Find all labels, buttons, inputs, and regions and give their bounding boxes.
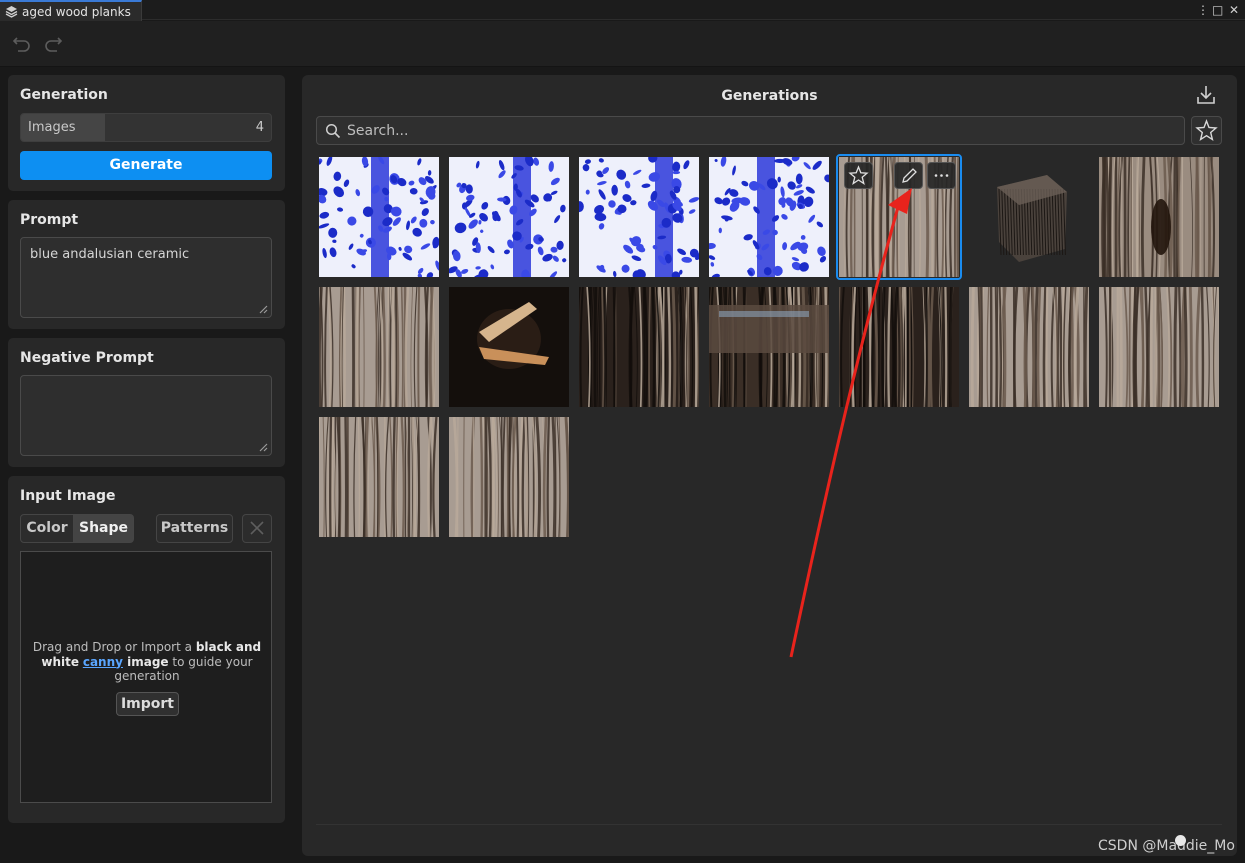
thumbnail-image — [449, 157, 569, 277]
canny-link[interactable]: canny — [83, 655, 123, 669]
images-label: Images — [28, 120, 76, 135]
thumbnail-image — [709, 287, 829, 407]
layers-icon — [5, 6, 18, 18]
generation-thumbnail[interactable] — [449, 157, 569, 277]
thumbnail-image — [1099, 157, 1219, 277]
title-bar: aged wood planks ⋮ □ ✕ — [0, 0, 1245, 21]
generation-thumbnail[interactable] — [969, 287, 1089, 407]
thumbnail-image — [839, 287, 959, 407]
undo-icon[interactable] — [11, 32, 33, 54]
maximize-icon[interactable]: □ — [1212, 2, 1223, 18]
resize-grip-icon[interactable] — [259, 443, 268, 452]
generate-button[interactable]: Generate — [20, 151, 272, 180]
thumbnail-image — [319, 417, 439, 537]
resize-grip-icon[interactable] — [259, 305, 268, 314]
import-button[interactable]: Import — [116, 692, 179, 716]
search-placeholder: Search... — [347, 123, 409, 139]
generation-thumbnail[interactable] — [709, 287, 829, 407]
favorites-filter-button[interactable] — [1191, 116, 1222, 145]
more-options-button[interactable] — [927, 162, 956, 189]
thumbnail-image — [319, 157, 439, 277]
watermark: CSDN @Maddie_Mo — [1098, 838, 1235, 854]
thumbnail-image — [709, 157, 829, 277]
thumbnail-image — [579, 157, 699, 277]
generation-thumbnail[interactable] — [579, 157, 699, 277]
star-icon — [1195, 119, 1218, 142]
generation-thumbnail[interactable] — [319, 417, 439, 537]
thumbnail-image — [1099, 287, 1219, 407]
generation-thumbnail[interactable] — [1099, 287, 1219, 407]
generation-thumbnail[interactable] — [449, 417, 569, 537]
generation-thumbnail[interactable] — [1099, 157, 1219, 277]
kebab-menu-icon[interactable]: ⋮ — [1197, 2, 1209, 18]
star-icon — [848, 165, 869, 185]
search-icon — [325, 123, 341, 139]
generation-thumbnail[interactable] — [449, 287, 569, 407]
download-icon[interactable] — [1195, 84, 1217, 106]
prompt-input[interactable]: blue andalusian ceramic — [20, 237, 272, 318]
document-tab[interactable]: aged wood planks — [0, 0, 142, 21]
generation-thumbnail[interactable] — [836, 154, 962, 280]
image-drop-zone[interactable]: Drag and Drop or Import a black and whit… — [20, 551, 272, 803]
search-input[interactable]: Search... — [316, 116, 1185, 145]
generation-thumbnail[interactable] — [319, 157, 439, 277]
generation-title: Generation — [20, 87, 108, 103]
redo-icon[interactable] — [42, 32, 64, 54]
negative-prompt-title: Negative Prompt — [20, 350, 154, 366]
prompt-text: blue andalusian ceramic — [30, 247, 190, 262]
tab-shape[interactable]: Shape — [73, 514, 134, 543]
generation-thumbnail[interactable] — [969, 157, 1089, 277]
thumbnail-image — [449, 287, 569, 407]
ellipsis-icon — [934, 174, 949, 177]
pencil-icon — [902, 168, 917, 183]
tab-title: aged wood planks — [22, 5, 131, 19]
negative-prompt-input[interactable] — [20, 375, 272, 456]
favorite-button[interactable] — [844, 162, 873, 189]
generation-thumbnail[interactable] — [579, 287, 699, 407]
thumbnail-image — [969, 287, 1089, 407]
generation-thumbnail[interactable] — [709, 157, 829, 277]
clear-button[interactable] — [242, 514, 272, 543]
thumbnail-image — [319, 287, 439, 407]
input-image-title: Input Image — [20, 488, 116, 504]
images-count-slider[interactable]: Images 4 — [20, 113, 272, 142]
generation-thumbnail[interactable] — [319, 287, 439, 407]
generations-title: Generations — [721, 88, 818, 104]
toolbar — [0, 21, 1245, 67]
generations-panel: Generations Search... — [302, 75, 1237, 856]
generation-thumbnail[interactable] — [839, 287, 959, 407]
prompt-title: Prompt — [20, 212, 79, 228]
close-icon[interactable]: ✕ — [1229, 2, 1239, 18]
divider — [316, 824, 1222, 825]
close-icon — [250, 521, 264, 535]
tab-color[interactable]: Color — [20, 514, 74, 543]
cursor-dot — [1175, 835, 1186, 846]
drop-instructions: Drag and Drop or Import a black and whit… — [32, 640, 262, 683]
thumbnail-image — [449, 417, 569, 537]
images-value: 4 — [255, 120, 264, 135]
patterns-button[interactable]: Patterns — [156, 514, 233, 543]
thumbnail-image — [579, 287, 699, 407]
edit-button[interactable] — [894, 162, 923, 189]
thumbnail-image — [969, 157, 1089, 277]
